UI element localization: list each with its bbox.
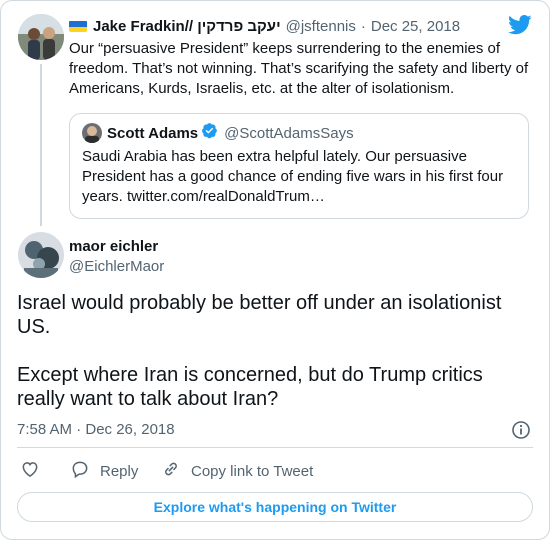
reply-label: Reply [100,462,139,480]
main-tweet-paragraph-1: Israel would probably be better off unde… [17,292,502,338]
reply-button[interactable]: Reply [70,460,138,482]
jake-fradkin-avatar[interactable] [18,14,64,60]
info-icon[interactable] [511,420,531,440]
heart-icon [20,459,40,483]
copy-link-button[interactable]: Copy link to Tweet [161,460,313,482]
thread-connector-line [40,64,42,226]
explore-twitter-label: Explore what's happening on Twitter [153,499,397,515]
ukraine-flag-icon [69,20,87,32]
quoted-author-handle: @ScottAdamsSays [224,124,354,142]
quoted-tweet-text: Saudi Arabia has been extra helpful late… [82,148,504,205]
reply-separator: · [360,17,366,35]
main-tweet-timestamp[interactable]: 7:58 AM · Dec 26, 2018 [17,420,175,440]
quoted-author-name: Scott Adams [107,124,199,142]
reply-author-name[interactable]: Jake Fradkin// יעקב פרדקין [93,18,281,35]
speech-bubble-icon [70,459,90,483]
quoted-tweet-header: Scott Adams @ScottAdamsSays [107,123,354,143]
link-icon [161,459,181,483]
reply-author-handle[interactable]: @jsftennis [286,18,356,35]
like-button[interactable] [20,460,40,482]
scott-adams-avatar [82,123,102,143]
quoted-tweet-card[interactable]: Scott Adams @ScottAdamsSays Saudi Arabia… [69,113,529,219]
twitter-bird-icon[interactable] [508,14,532,36]
main-author-name[interactable]: maor eichler [69,237,158,257]
maor-eichler-avatar[interactable] [18,232,64,278]
reply-tweet-header: Jake Fradkin// יעקב פרדקין @jsftennis · … [69,16,460,36]
verified-badge-icon [201,122,218,144]
main-author-handle[interactable]: @EichlerMaor [69,257,164,277]
main-tweet-text: Israel would probably be better off unde… [17,291,533,411]
explore-twitter-button[interactable]: Explore what's happening on Twitter [17,492,533,522]
actions-divider [17,447,533,448]
copy-link-label: Copy link to Tweet [191,462,314,480]
main-tweet-paragraph-2: Except where Iran is concerned, but do T… [17,364,483,410]
reply-tweet-text: Our “persuasive President” keeps surrend… [69,40,529,97]
reply-date[interactable]: Dec 25, 2018 [371,18,460,35]
